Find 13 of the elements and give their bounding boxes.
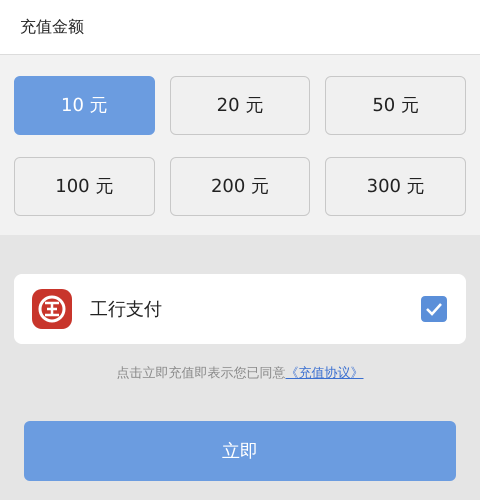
header-title: 充值金额 (20, 16, 84, 38)
check-icon (425, 302, 443, 316)
amount-option[interactable]: 100 元 (14, 156, 155, 216)
amount-option[interactable]: 50 元 (325, 76, 466, 135)
agreement-link[interactable]: 《充值协议》 (286, 364, 364, 384)
bank-logo-icon (32, 289, 72, 329)
amount-option[interactable]: 200 元 (170, 156, 310, 216)
agreement-text: 点击立即充值即表示您已同意 (116, 365, 286, 384)
amount-option[interactable]: 300 元 (325, 156, 466, 216)
amount-option[interactable]: 20 元 (170, 76, 310, 135)
payment-label: 工行支付 (90, 298, 163, 322)
payment-checkbox[interactable] (421, 296, 447, 322)
payment-card[interactable]: 工行支付 (14, 274, 466, 344)
